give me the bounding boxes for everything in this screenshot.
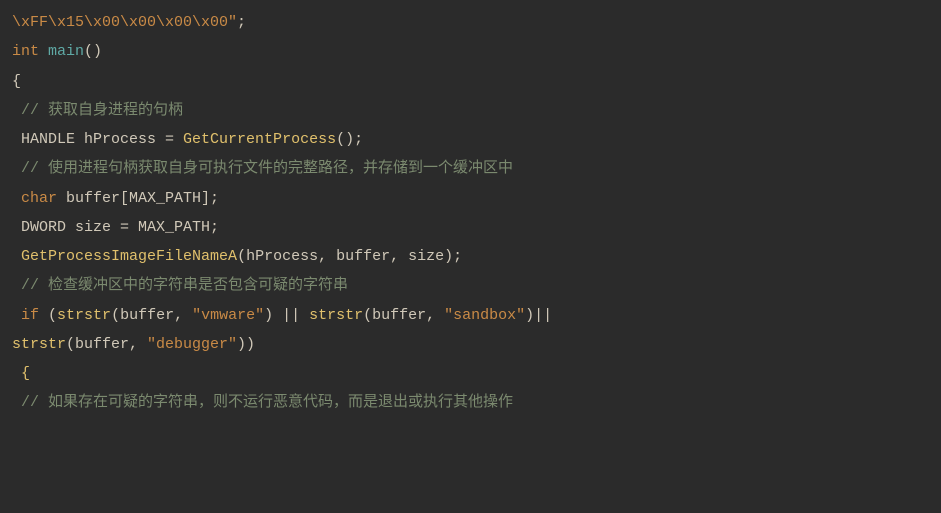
code-line: if (strstr(buffer, "vmware") || strstr(b… [12,301,929,330]
comment: // 获取自身进程的句柄 [21,102,183,119]
string-literal: "sandbox" [444,307,525,324]
indent [12,307,21,324]
code-line: strstr(buffer, "debugger")) [12,330,929,359]
code-line: // 如果存在可疑的字符串，则不运行恶意代码，而是退出或执行其他操作 [12,388,929,417]
keyword-if: if [21,307,39,324]
code-line: \xFF\x15\x00\x00\x00\x00"; [12,8,929,37]
code-text: (buffer, [66,336,147,353]
code-text: (); [336,131,363,148]
open-brace: { [21,365,30,382]
open-brace: { [12,73,21,90]
indent [12,160,21,177]
code-line: // 获取自身进程的句柄 [12,96,929,125]
code-text: ) || [264,307,309,324]
code-line: DWORD size = MAX_PATH; [12,213,929,242]
code-editor[interactable]: \xFF\x15\x00\x00\x00\x00"; int main() { … [12,8,929,418]
indent [12,219,21,236]
code-text: (hProcess, buffer, size); [237,248,462,265]
string-literal: \xFF\x15\x00\x00\x00\x00" [12,14,237,31]
function-call: strstr [309,307,363,324]
indent [12,248,21,265]
function-call: GetCurrentProcess [183,131,336,148]
code-line: char buffer[MAX_PATH]; [12,184,929,213]
string-literal: "vmware" [192,307,264,324]
code-line: { [12,359,929,388]
code-text: )|| [525,307,552,324]
keyword-char: char [21,190,57,207]
code-text: buffer[MAX_PATH]; [57,190,219,207]
code-text: ( [39,307,57,324]
function-call: strstr [57,307,111,324]
string-literal: "debugger" [147,336,237,353]
space [39,43,48,60]
indent [12,131,21,148]
code-line: // 使用进程句柄获取自身可执行文件的完整路径，并存储到一个缓冲区中 [12,154,929,183]
code-text: )) [237,336,255,353]
semicolon: ; [237,14,246,31]
function-main: main [48,43,84,60]
code-line: int main() [12,37,929,66]
function-call: strstr [12,336,66,353]
code-text: (buffer, [111,307,192,324]
indent [12,102,21,119]
code-line: // 检查缓冲区中的字符串是否包含可疑的字符串 [12,271,929,300]
indent [12,394,21,411]
keyword-int: int [12,43,39,60]
comment: // 检查缓冲区中的字符串是否包含可疑的字符串 [21,277,348,294]
indent [12,365,21,382]
code-line: { [12,67,929,96]
indent [12,190,21,207]
code-text: (buffer, [363,307,444,324]
comment: // 如果存在可疑的字符串，则不运行恶意代码，而是退出或执行其他操作 [21,394,513,411]
indent [12,277,21,294]
code-text: DWORD size = MAX_PATH; [21,219,219,236]
code-line: GetProcessImageFileNameA(hProcess, buffe… [12,242,929,271]
parens: () [84,43,102,60]
comment: // 使用进程句柄获取自身可执行文件的完整路径，并存储到一个缓冲区中 [21,160,513,177]
code-line: HANDLE hProcess = GetCurrentProcess(); [12,125,929,154]
function-call: GetProcessImageFileNameA [21,248,237,265]
code-text: HANDLE hProcess = [21,131,183,148]
